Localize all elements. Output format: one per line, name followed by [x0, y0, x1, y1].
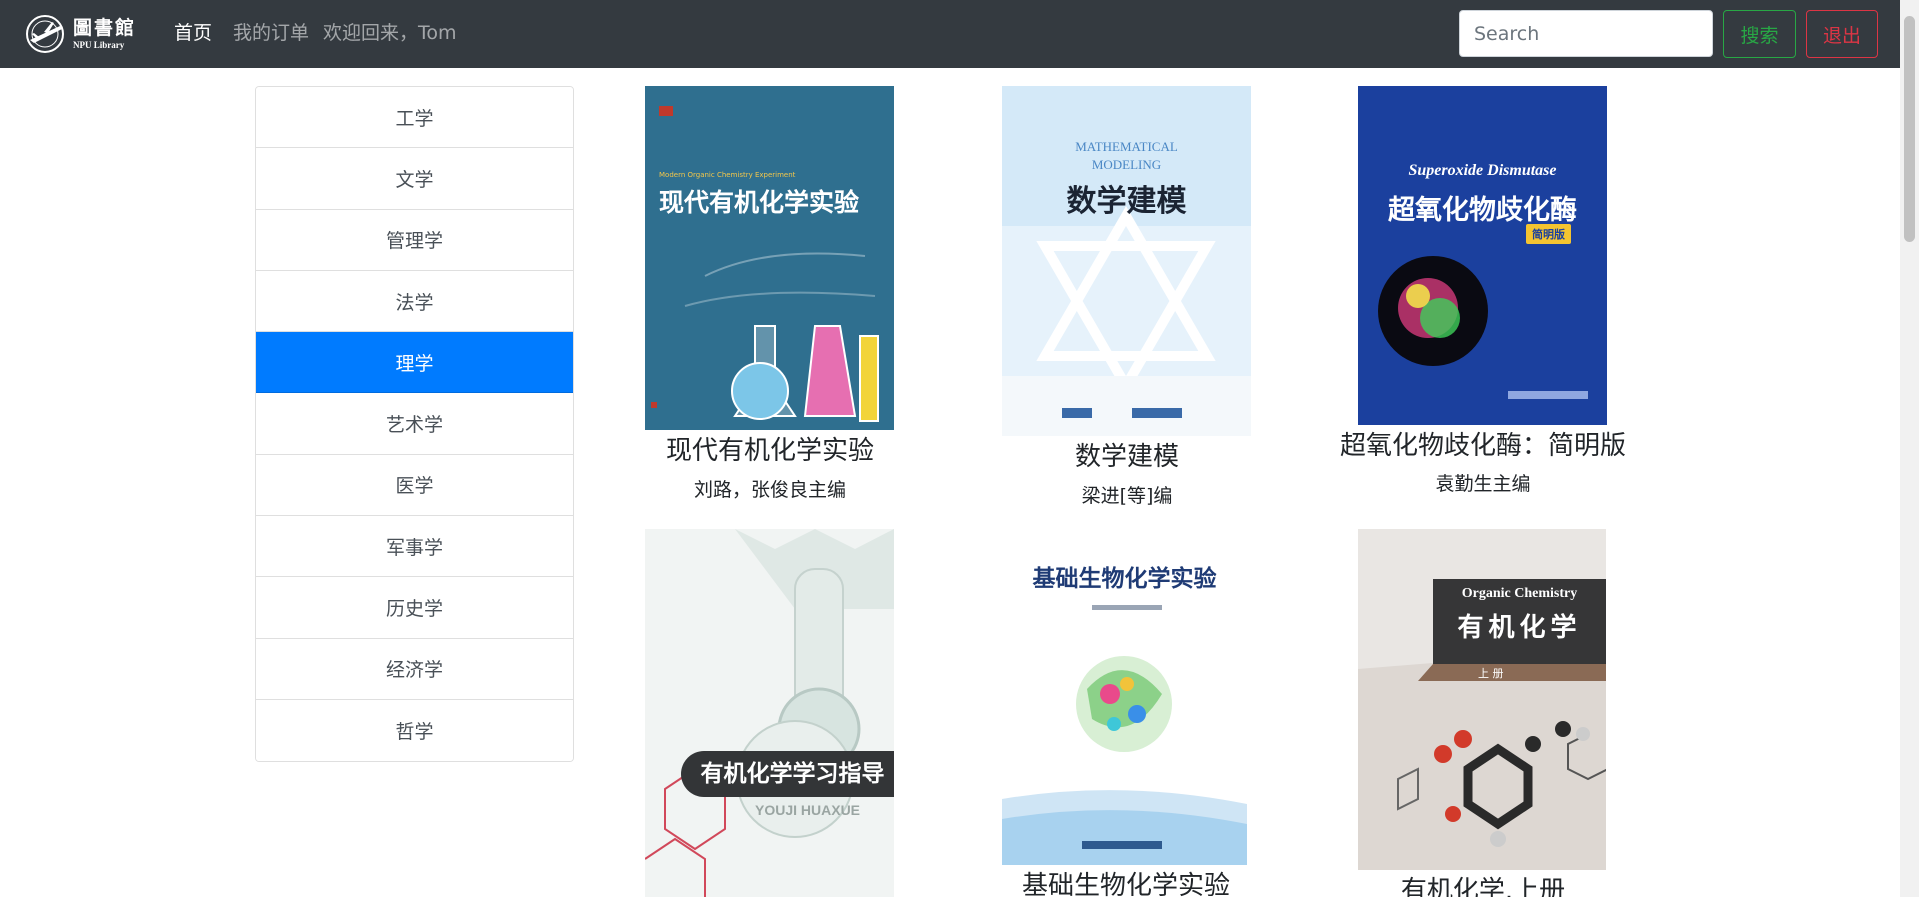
book-title[interactable]: 数学建模: [1075, 436, 1179, 473]
logo-text-en: NPU Library: [73, 39, 125, 50]
cover-heading: 有机化学学习指导: [681, 751, 894, 797]
cover-subtitle: Organic Chemistry: [1461, 586, 1578, 601]
cover-subtitle: Modern Organic Chemistry Experiment: [659, 171, 796, 179]
book-cover-art: [645, 529, 894, 897]
book-title[interactable]: 基础生物化学实验: [1022, 865, 1230, 897]
category-item[interactable]: 理学: [256, 332, 573, 394]
book-cover-art: [1358, 86, 1607, 425]
cover-heading: 数学建模: [1066, 184, 1187, 219]
category-item[interactable]: 法学: [256, 270, 573, 333]
book-author: 刘路，张俊良主编: [693, 479, 847, 501]
book-author: 梁进[等]编: [1081, 485, 1173, 507]
book-cover[interactable]: Modern Organic Chemistry Experiment 现代有机…: [645, 86, 894, 430]
book-cover[interactable]: MATHEMATICAL MODELING 数学建模: [1002, 86, 1251, 436]
cover-heading: 基础生物化学实验: [1032, 566, 1217, 592]
library-emblem-icon: [26, 15, 64, 53]
cover-subtitle: Superoxide Dismutase: [1408, 162, 1557, 179]
search-button[interactable]: 搜索: [1723, 10, 1796, 58]
welcome-message: 欢迎回来，Tom: [323, 22, 457, 44]
book-title[interactable]: 有机化学.上册: [1401, 870, 1565, 897]
category-list: 工学 文学 管理学 法学 理学 艺术学 医学 军事学 历史学 经济学 哲学: [255, 86, 574, 763]
cover-subtitle: YOUJI HUAXUE: [755, 802, 861, 818]
book-cover[interactable]: Organic Chemistry 有机化学 上 册: [1358, 529, 1606, 870]
library-logo-text: 圖書館 NPU Library: [73, 16, 137, 50]
library-logo[interactable]: 圖書館 NPU Library: [22, 13, 140, 55]
book-title[interactable]: 超氧化物歧化酶：简明版: [1340, 425, 1626, 462]
category-item[interactable]: 哲学: [256, 699, 573, 762]
category-item[interactable]: 军事学: [256, 516, 573, 578]
book-cover-art: [1358, 529, 1606, 870]
page-scrollbar[interactable]: [1900, 0, 1919, 897]
category-item[interactable]: 经济学: [256, 638, 573, 700]
cover-badge: 上 册: [1478, 667, 1504, 680]
category-item[interactable]: 历史学: [256, 577, 573, 639]
category-item[interactable]: 管理学: [256, 209, 573, 271]
category-item[interactable]: 艺术学: [256, 393, 573, 455]
book-cover[interactable]: 有机化学学习指导 YOUJI HUAXUE: [645, 529, 894, 897]
cover-badge: 简明版: [1526, 224, 1571, 244]
book-cover[interactable]: Superoxide Dismutase 超氧化物歧化酶 简明版: [1358, 86, 1607, 425]
search-input[interactable]: [1459, 10, 1713, 57]
navbar: 圖書館 NPU Library 首页 我的订单 欢迎回来，Tom 搜索 退出: [0, 0, 1900, 68]
category-item[interactable]: 文学: [256, 148, 573, 210]
category-item[interactable]: 工学: [256, 87, 573, 149]
book-title[interactable]: 现代有机化学实验: [666, 430, 874, 467]
cover-heading: 超氧化物歧化酶: [1388, 195, 1577, 226]
scrollbar-thumb[interactable]: [1904, 16, 1915, 242]
category-item[interactable]: 医学: [256, 454, 573, 517]
nav-home-link[interactable]: 首页: [174, 20, 212, 46]
cover-heading: 有机化学: [1457, 613, 1582, 643]
logo-text-cn: 圖書館: [73, 16, 137, 39]
nav-my-orders-link[interactable]: 我的订单: [233, 20, 309, 46]
cover-subtitle: MATHEMATICAL MODELING: [1075, 139, 1178, 172]
book-author: 袁勤生主编: [1435, 473, 1531, 495]
book-cover[interactable]: 基础生物化学实验: [1002, 529, 1247, 865]
cover-heading: 现代有机化学实验: [659, 188, 860, 217]
logout-button[interactable]: 退出: [1806, 10, 1878, 58]
book-cover-art: [645, 86, 894, 430]
